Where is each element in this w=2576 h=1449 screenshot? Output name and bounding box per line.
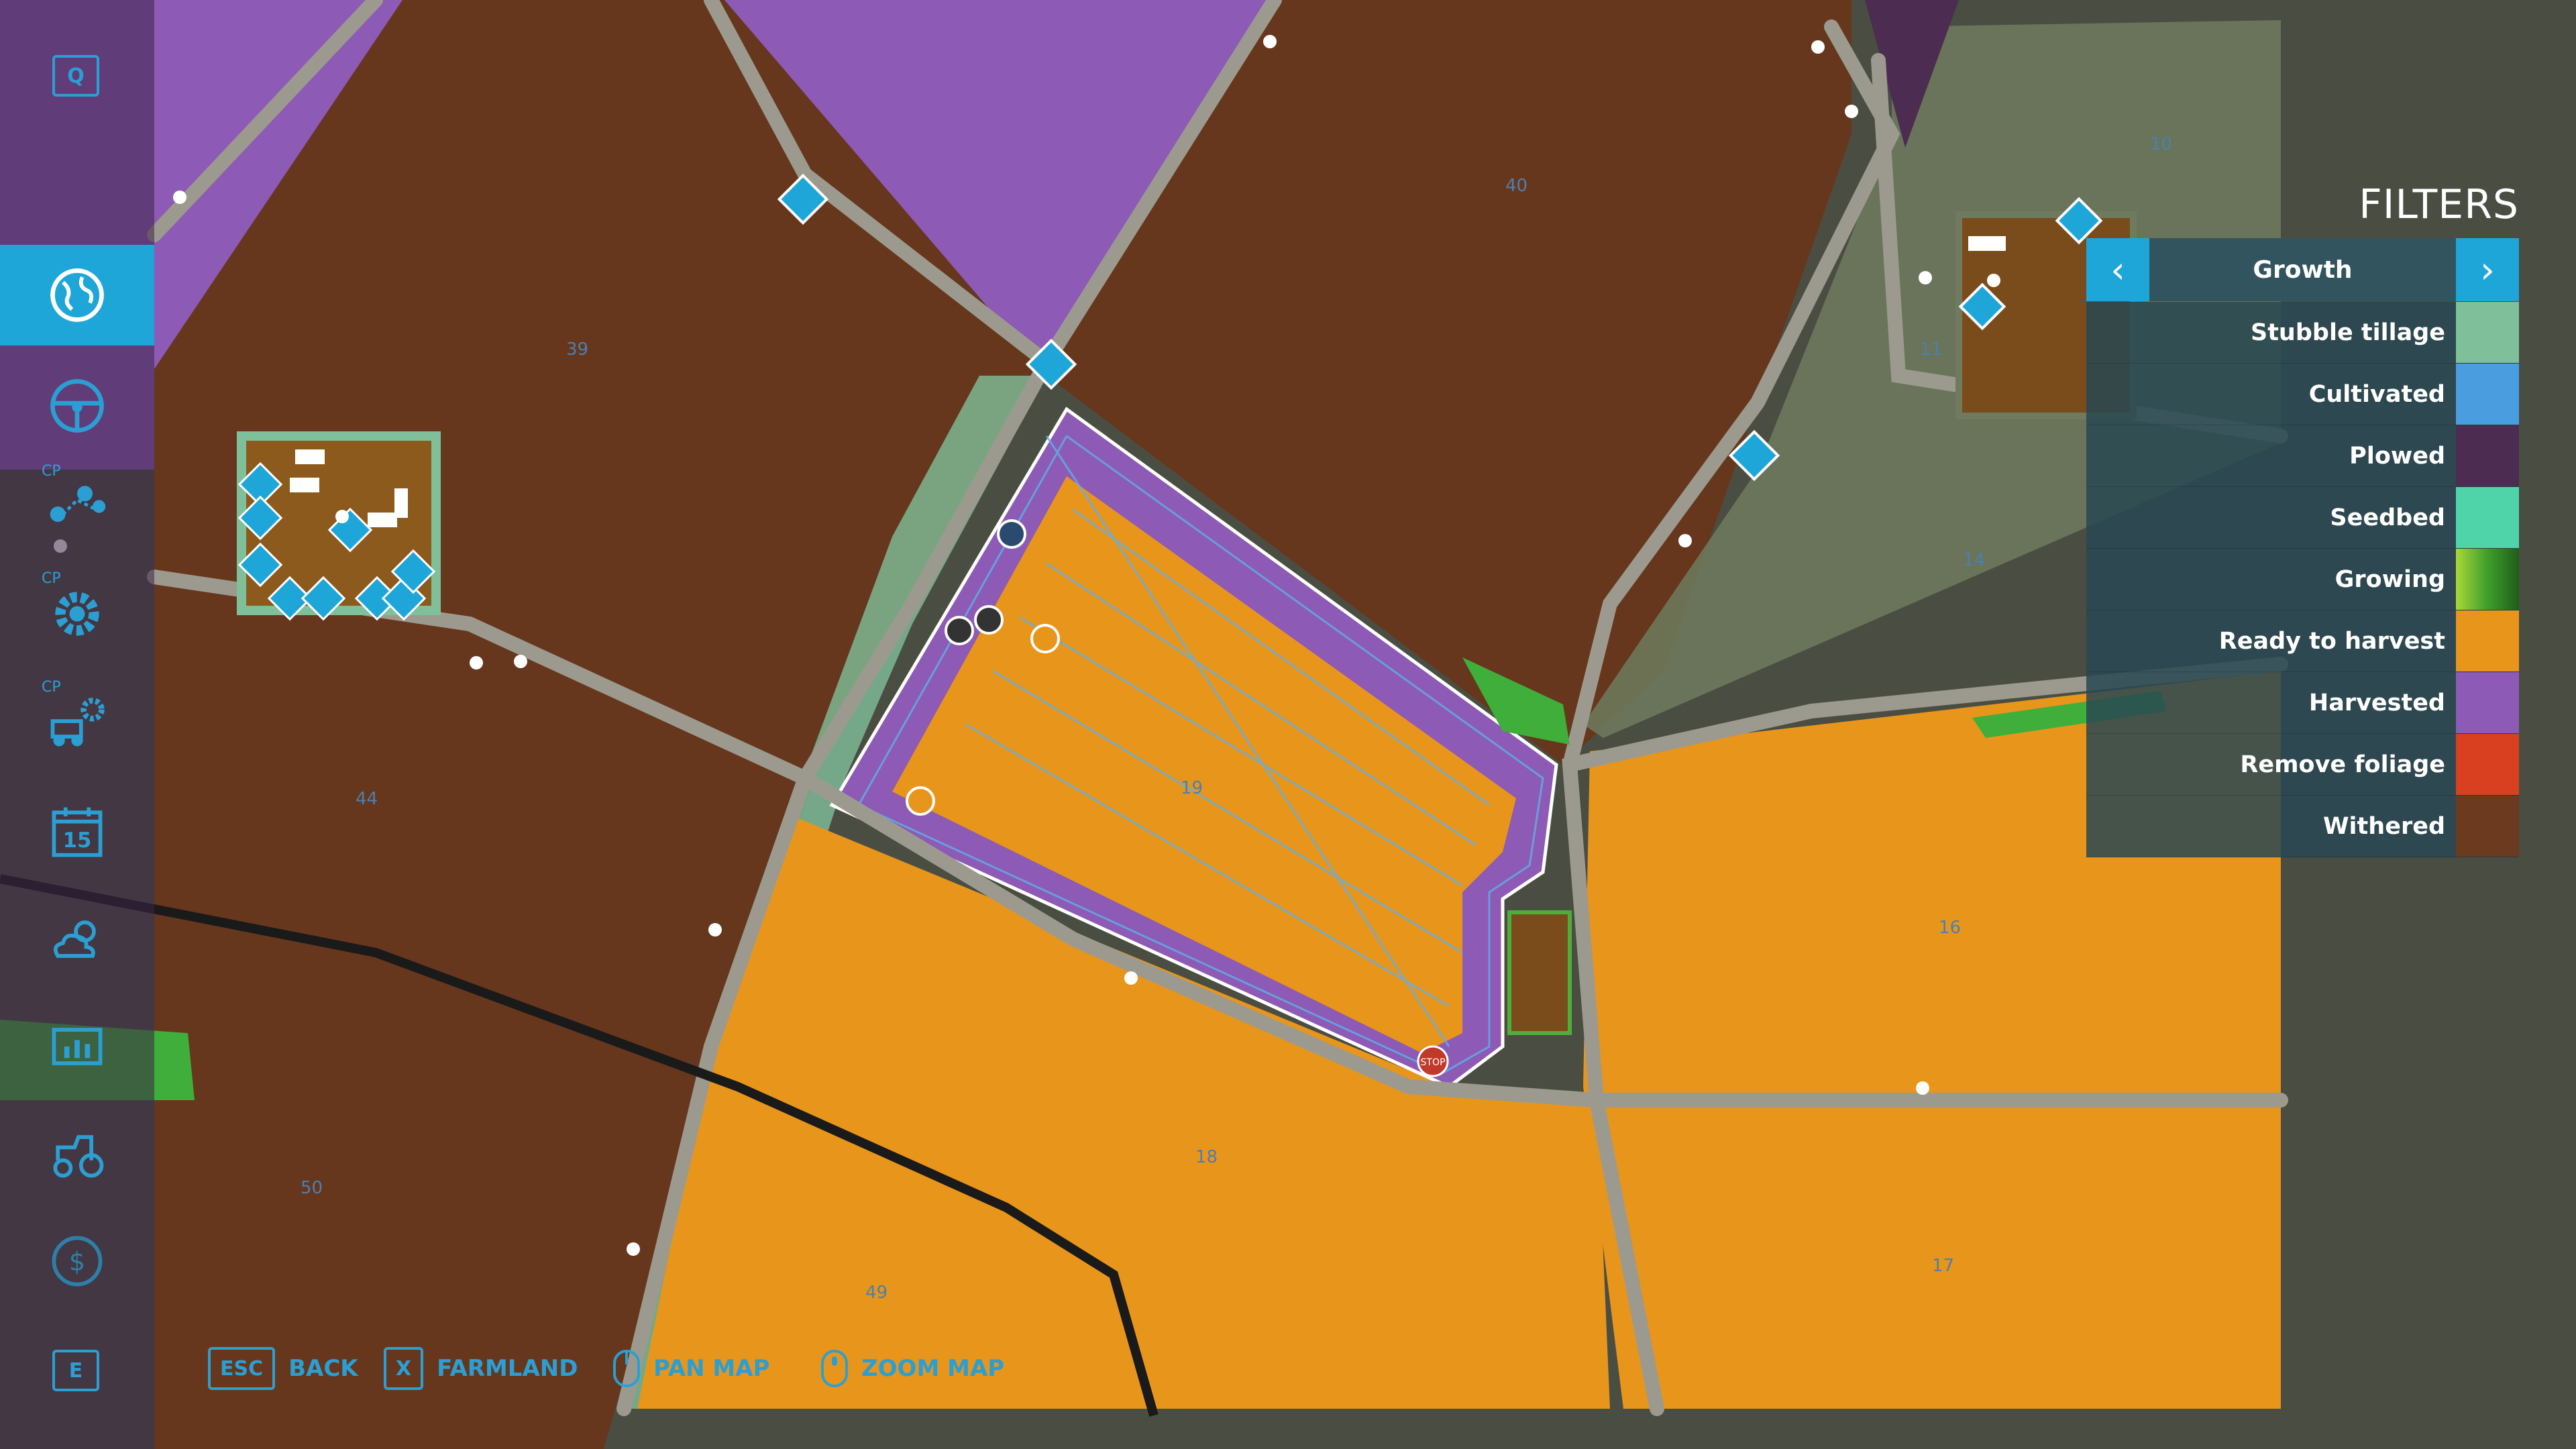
x-key: X: [384, 1347, 424, 1390]
svg-text:$: $: [69, 1246, 85, 1277]
legend-swatch: [2456, 796, 2519, 857]
legend-item-withered[interactable]: Withered: [2086, 796, 2519, 857]
silo-area: [1507, 910, 1572, 1035]
legend-item-ready-to-harvest[interactable]: Ready to harvest: [2086, 610, 2519, 672]
legend-swatch: [2456, 734, 2519, 795]
legend-label: Plowed: [2349, 442, 2445, 470]
legend-item-cultivated[interactable]: Cultivated: [2086, 364, 2519, 425]
field-number: 40: [1505, 176, 1528, 196]
mouse-wheel-icon: [821, 1350, 848, 1387]
stop-sign-icon[interactable]: STOP: [1417, 1045, 1449, 1077]
calendar-day: 15: [63, 828, 92, 853]
prev-page-key-hint[interactable]: Q: [52, 55, 99, 97]
legend-label: Stubble tillage: [2250, 319, 2445, 346]
legend-swatch: [2456, 364, 2519, 425]
field-number: 18: [1195, 1147, 1218, 1167]
filter-legend: Stubble tillage Cultivated Plowed Seedbe…: [2086, 302, 2519, 857]
sidebar-item-vehicle-settings[interactable]: [0, 671, 154, 771]
sidebar-item-garage[interactable]: [0, 1104, 154, 1204]
filter-selector: ‹ Growth ›: [2086, 238, 2519, 301]
field-number: 16: [1939, 918, 1962, 938]
chevron-left-icon: ‹: [2110, 248, 2125, 291]
legend-item-growing[interactable]: Growing: [2086, 549, 2519, 610]
field-number: 50: [301, 1178, 323, 1198]
pan-map-label: PAN MAP: [653, 1355, 770, 1382]
chevron-right-icon: ›: [2480, 248, 2495, 291]
legend-label: Harvested: [2308, 689, 2445, 716]
legend-swatch: [2456, 672, 2519, 733]
steering-wheel-icon: [50, 379, 104, 433]
legend-label: Seedbed: [2330, 504, 2445, 531]
vehicle-gear-icon: [50, 697, 105, 747]
zoom-map-label: ZOOM MAP: [861, 1355, 1005, 1382]
sidebar-item-weather[interactable]: [0, 889, 154, 989]
tractor-icon: [53, 1135, 104, 1178]
legend-label: Cultivated: [2308, 380, 2445, 408]
legend-swatch: [2456, 425, 2519, 486]
field-number: 14: [1963, 550, 1986, 570]
legend-item-harvested[interactable]: Harvested: [2086, 672, 2519, 734]
zoom-map-hint: ZOOM MAP: [820, 1335, 1004, 1402]
legend-label: Withered: [2322, 812, 2445, 840]
weather-icon: [53, 920, 96, 958]
next-page-key-hint[interactable]: E: [52, 1350, 99, 1391]
farmland-label: FARMLAND: [437, 1355, 578, 1382]
farmland-hint[interactable]: X FARMLAND: [384, 1335, 578, 1402]
sidebar-item-production[interactable]: [0, 564, 154, 664]
mouse-left-icon: [613, 1350, 640, 1387]
legend-label: Ready to harvest: [2218, 627, 2445, 655]
sidebar-item-calendar[interactable]: 15: [0, 782, 154, 882]
sidebar-item-courseplay[interactable]: [0, 456, 154, 557]
legend-item-remove-foliage[interactable]: Remove foliage: [2086, 734, 2519, 796]
filters-title: FILTERS: [2359, 181, 2519, 228]
legend-swatch: [2456, 302, 2519, 363]
sidebar-item-finances[interactable]: $: [0, 1211, 154, 1311]
calendar-icon: 15: [52, 807, 103, 857]
field-number: 39: [566, 339, 589, 360]
field-number: 49: [865, 1283, 888, 1303]
legend-label: Remove foliage: [2240, 751, 2445, 778]
filter-current: Growth: [2253, 256, 2353, 284]
main-menu-sidebar: Q CP CP CP 15 $ E: [0, 0, 154, 1449]
back-hint[interactable]: ESC BACK: [208, 1335, 358, 1402]
legend-item-plowed[interactable]: Plowed: [2086, 425, 2519, 487]
legend-swatch: [2456, 487, 2519, 548]
legend-swatch: [2456, 610, 2519, 672]
filter-next-button[interactable]: ›: [2456, 238, 2519, 301]
filter-prev-button[interactable]: ‹: [2086, 238, 2149, 301]
field-number: 11: [1920, 339, 1943, 360]
globe-map-icon: [50, 268, 104, 322]
legend-swatch: [2456, 549, 2519, 610]
pan-map-hint: PAN MAP: [612, 1335, 769, 1402]
field-number: 10: [2150, 134, 2173, 154]
esc-key: ESC: [208, 1347, 276, 1390]
dollar-icon: $: [52, 1236, 103, 1287]
back-label: BACK: [288, 1355, 358, 1382]
statistics-icon: [52, 1028, 103, 1065]
legend-label: Growing: [2334, 566, 2445, 593]
route-pins-icon: [50, 486, 106, 523]
sidebar-item-map[interactable]: [0, 245, 154, 345]
field-number: 44: [356, 789, 378, 809]
production-gear-icon: [55, 592, 99, 636]
sidebar-item-statistics[interactable]: [0, 996, 154, 1097]
stop-sign-label: STOP: [1421, 1057, 1446, 1068]
field-number: 17: [1932, 1256, 1955, 1276]
legend-item-stubble-tillage[interactable]: Stubble tillage: [2086, 302, 2519, 364]
field-number: 19: [1181, 778, 1203, 798]
legend-item-seedbed[interactable]: Seedbed: [2086, 487, 2519, 549]
sidebar-item-vehicles-drive[interactable]: [0, 356, 154, 456]
